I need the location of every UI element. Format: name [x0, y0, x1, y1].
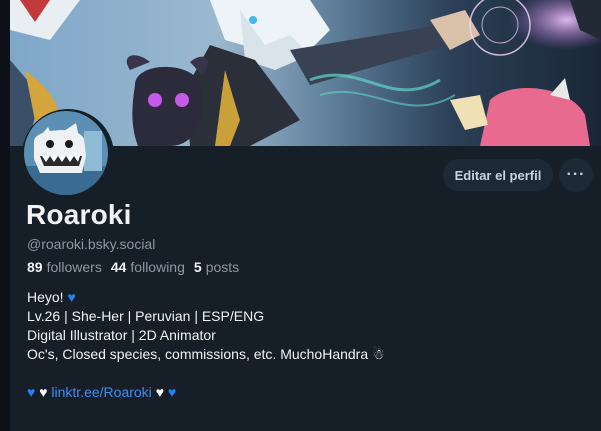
more-options-icon: ···: [566, 166, 586, 183]
followers-count: 89: [27, 259, 43, 275]
followers-stat[interactable]: 89 followers: [27, 259, 102, 275]
blue-heart-icon: ♥: [67, 289, 76, 305]
blue-heart-icon: ♥: [27, 384, 36, 400]
posts-label: posts: [205, 259, 240, 275]
profile-panel: Editar el perfil ··· Roaroki @roaroki.bs…: [10, 0, 601, 431]
bio-description: Oc's, Closed species, commissions, etc. …: [27, 346, 369, 362]
white-heart-icon: ♥: [155, 384, 164, 400]
profile-screen: Editar el perfil ··· Roaroki @roaroki.bs…: [0, 0, 601, 431]
bio-line-2: Lv.26 | She-Her | Peruvian | ESP/ENG: [27, 308, 265, 324]
snowman-icon: ☃: [372, 346, 385, 362]
bio-greeting: Heyo!: [27, 289, 64, 305]
posts-count: 5: [193, 259, 202, 275]
more-options-button[interactable]: ···: [559, 158, 593, 192]
following-label: following: [130, 259, 185, 275]
display-name: Roaroki: [26, 199, 132, 230]
followers-label: followers: [46, 259, 102, 275]
following-count: 44: [110, 259, 127, 275]
bio-line-4: Oc's, Closed species, commissions, etc. …: [27, 345, 587, 364]
blue-heart-icon: ♥: [167, 384, 177, 400]
profile-bio: Heyo! ♥ Lv.26 | She-Her | Peruvian | ESP…: [27, 288, 587, 402]
avatar[interactable]: [22, 109, 114, 201]
bio-line-link: ♥ ♥ linktr.ee/Roaroki ♥ ♥: [27, 383, 587, 402]
profile-handle: @roaroki.bsky.social: [27, 236, 156, 252]
following-stat[interactable]: 44 following: [111, 259, 185, 275]
bio-line-3: Digital Illustrator | 2D Animator: [27, 327, 216, 343]
linktree-link[interactable]: linktr.ee/Roaroki: [51, 384, 151, 400]
profile-stats: 89 followers 44 following 5 posts: [27, 259, 248, 275]
posts-stat: 5 posts: [194, 259, 239, 275]
avatar-image: [24, 111, 108, 195]
white-heart-icon: ♥: [39, 384, 48, 400]
bio-spacer: [27, 364, 587, 383]
bio-line-1: Heyo! ♥: [27, 288, 587, 307]
edit-profile-button[interactable]: Editar el perfil: [443, 159, 553, 191]
